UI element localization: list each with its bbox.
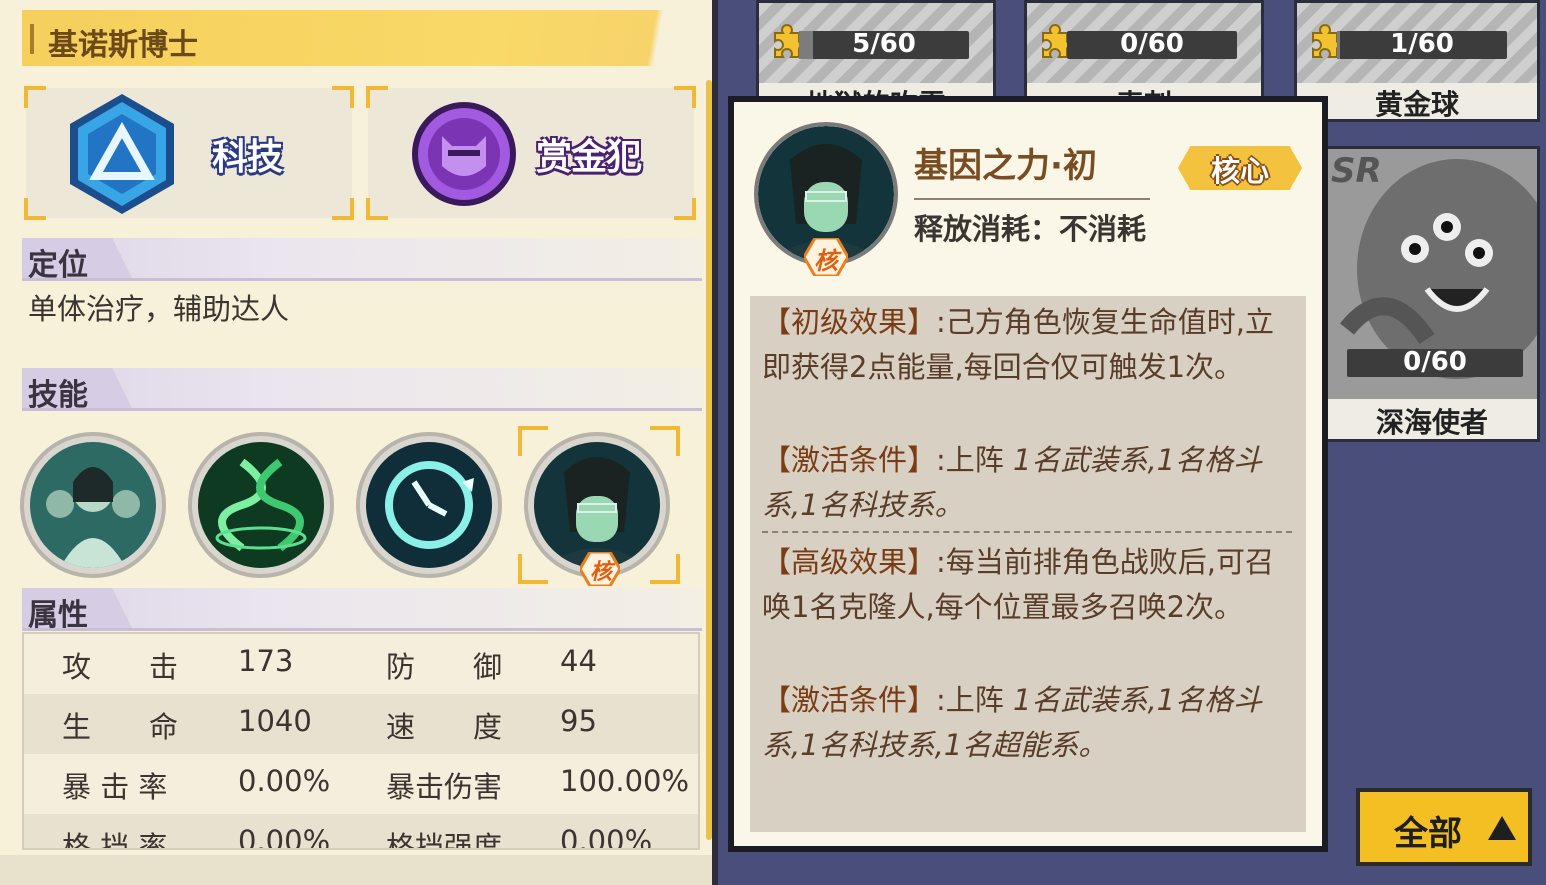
character-name-banner: 基诺斯博士 <box>22 10 702 66</box>
fragment-progress-bar: 1/60 <box>1337 29 1507 59</box>
stat-row: 暴 击 率 0.00% 暴击伤害 100.00% <box>24 754 698 814</box>
stat-row: 攻 击 173 防 御 44 <box>24 634 698 694</box>
advanced-condition-prefix: :上阵 <box>936 683 1014 717</box>
faction-card-tech[interactable]: 科技 <box>24 86 354 220</box>
role-section-header: 定位 <box>22 238 702 283</box>
role-description: 单体治疗，辅助达人 <box>28 292 290 326</box>
stat-value: 1040 <box>238 704 312 738</box>
basic-condition-prefix: :上阵 <box>936 443 1014 477</box>
stat-label: 暴 击 率 <box>62 770 168 804</box>
stat-label: 格挡强度 <box>386 830 503 850</box>
stat-row: 格 挡 率 0.00% 格挡强度 0.00% <box>24 814 698 850</box>
advanced-condition: 【激活条件】:上阵 1名武装系,1名格斗系,1名科技系,1名超能系。 <box>762 678 1292 768</box>
stat-value: 173 <box>238 644 294 678</box>
skill-cost: 释放消耗：不消耗 <box>914 212 1147 246</box>
basic-effect: 【初级效果】:己方角色恢复生命值时,立即获得2点能量,每回合仅可触发1次。 <box>762 300 1292 390</box>
faction-label: 赏金犯 <box>536 137 642 178</box>
filter-all-label: 全部 <box>1394 814 1462 854</box>
advanced-effect-key: 【高级效果】 <box>762 545 937 579</box>
stat-value: 95 <box>560 704 597 738</box>
card-golden-ball[interactable]: 1/60 黄金球 <box>1294 0 1540 122</box>
advanced-condition-key: 【激活条件】 <box>762 683 937 717</box>
basic-effect-key: 【初级效果】 <box>762 305 937 339</box>
stat-value: 0.00% <box>560 824 653 850</box>
stat-label: 生 命 <box>62 710 179 744</box>
attributes-table: 攻 击 173 防 御 44 生 命 1040 速 度 95 暴 击 率 0.0… <box>22 632 700 850</box>
card-name: 黄金球 <box>1374 88 1459 121</box>
basic-condition-key: 【激活条件】 <box>762 443 937 477</box>
skill-title: 基因之力·初 <box>914 146 1097 186</box>
faction-card-bounty[interactable]: 赏金犯 <box>366 86 696 220</box>
clones-skill-icon <box>30 442 156 568</box>
character-name: 基诺斯博士 <box>48 28 198 63</box>
skill-description: 【初级效果】:己方角色恢复生命值时,立即获得2点能量,每回合仅可触发1次。 【激… <box>750 296 1306 832</box>
panel-scrollbar[interactable] <box>706 80 712 840</box>
faction-label: 科技 <box>212 137 283 178</box>
advanced-effect: 【高级效果】:每当前排角色战败后,可召唤1名克隆人,每个位置最多召唤2次。 <box>762 540 1292 630</box>
stat-value: 44 <box>560 644 597 678</box>
core-tag-label: 核心 <box>1210 154 1269 188</box>
stat-value: 0.00% <box>238 764 331 798</box>
dna-skill-icon <box>198 442 324 568</box>
role-section-title: 定位 <box>28 248 88 283</box>
core-badge-text: 核 <box>590 560 613 585</box>
fragment-progress-bar: 0/60 <box>1347 347 1523 377</box>
skills-section-title: 技能 <box>28 378 88 413</box>
stat-label: 格 挡 率 <box>62 830 168 850</box>
core-badge-text: 核 <box>814 247 838 275</box>
stat-value: 100.00% <box>560 764 690 798</box>
triangle-up-icon <box>1488 816 1516 840</box>
basic-condition: 【激活条件】:上阵 1名武装系,1名格斗系,1名科技系。 <box>762 438 1292 528</box>
stat-label: 速 度 <box>386 710 503 744</box>
skill-slot-1[interactable] <box>20 432 166 578</box>
stat-label: 暴击伤害 <box>386 770 503 804</box>
skill-slot-4-selected[interactable]: 核 <box>518 426 680 586</box>
fragment-progress-bar: 5/60 <box>799 29 969 59</box>
character-info-panel: 基诺斯博士 科技 赏金犯 定位 单体治疗，辅助达人 技能 核 属性 攻 击 17… <box>0 0 718 885</box>
fragment-count: 0/60 <box>1403 347 1467 377</box>
fragment-count: 1/60 <box>1390 29 1454 59</box>
rarity-badge: SR <box>1331 151 1382 191</box>
attributes-section-title: 属性 <box>28 598 88 633</box>
fragment-count: 0/60 <box>1120 29 1184 59</box>
tech-faction-icon <box>70 94 174 214</box>
clock-skill-icon <box>366 442 492 568</box>
filter-all-button[interactable]: 全部 <box>1356 788 1532 866</box>
skill-slot-2[interactable] <box>188 432 334 578</box>
card-deep-sea-messenger[interactable]: SR 0/60 深海使者 <box>1324 146 1540 442</box>
fragment-progress-bar: 0/60 <box>1067 29 1237 59</box>
stat-label: 防 御 <box>386 650 503 684</box>
attributes-section-header: 属性 <box>22 588 702 633</box>
skill-slot-3[interactable] <box>356 432 502 578</box>
core-portrait-skill-icon <box>534 442 660 568</box>
stat-label: 攻 击 <box>62 650 179 684</box>
stat-value: 0.00% <box>238 824 331 850</box>
skill-detail-tooltip: 核 基因之力·初 释放消耗：不消耗 核心 【初级效果】:己方角色恢复生命值时,立… <box>728 96 1328 852</box>
fragment-count: 5/60 <box>852 29 916 59</box>
core-tag: 核心 <box>1178 146 1302 190</box>
stat-row: 生 命 1040 速 度 95 <box>24 694 698 754</box>
skills-section-header: 技能 <box>22 368 702 413</box>
card-name: 深海使者 <box>1375 406 1488 439</box>
bounty-faction-icon <box>412 102 516 206</box>
effect-divider <box>762 531 1292 533</box>
